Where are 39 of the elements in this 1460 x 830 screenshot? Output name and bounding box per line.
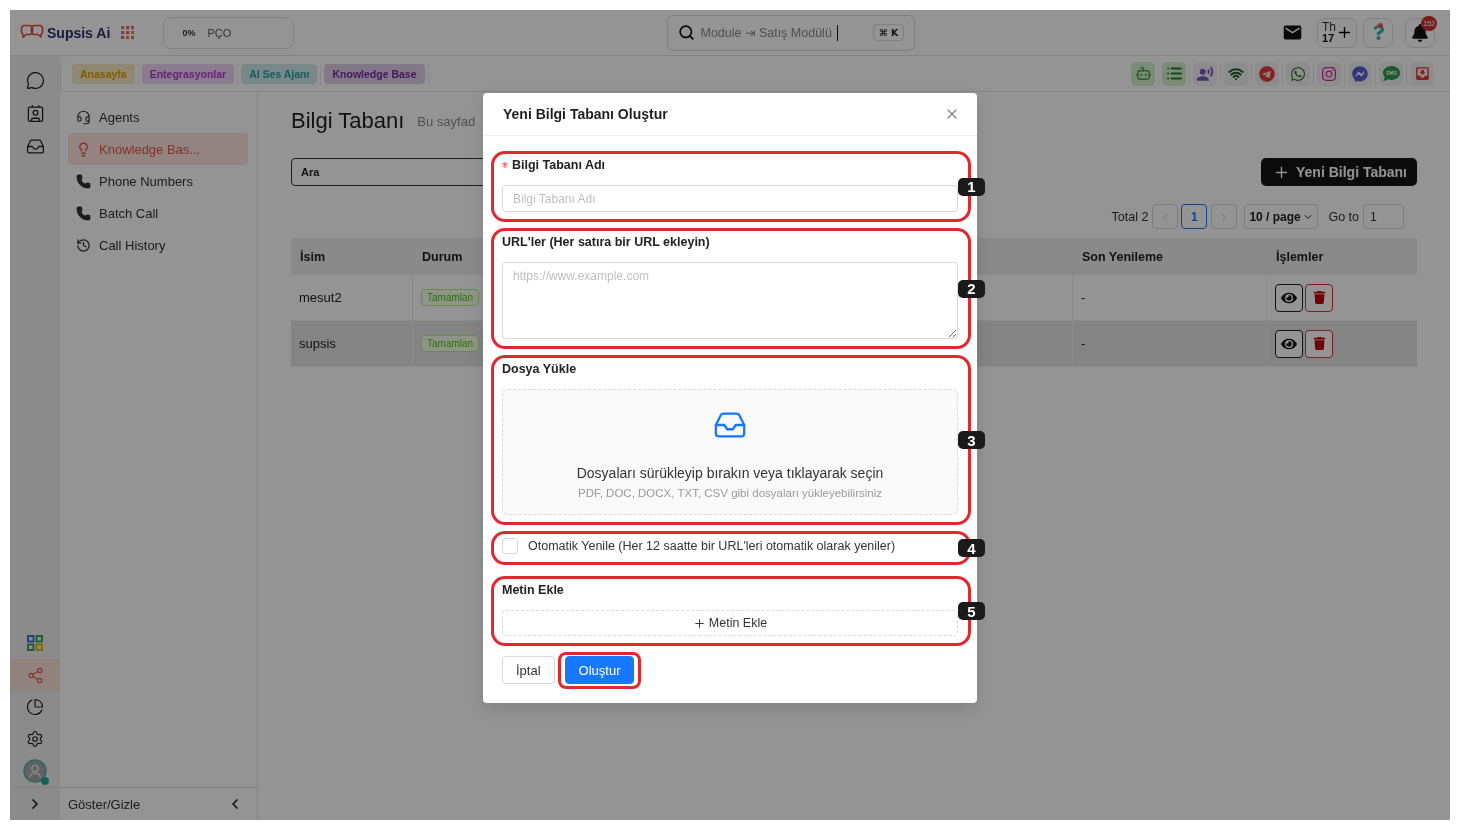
number-badge: 5 <box>958 602 985 620</box>
field-label: URL'ler (Her satıra bir URL ekleyin) <box>502 235 710 249</box>
usage-percent: 0% <box>182 27 196 38</box>
checkbox-label: Otomatik Yenile (Her 12 saatte bir URL'leri otomatik olarak yeniler) <box>528 539 896 553</box>
shortcut-key: ⌘ K <box>873 24 905 41</box>
table-cell: - <box>1073 275 1267 321</box>
sidebar-item-label: Knowledge Bas... <box>99 141 201 157</box>
drop-zone-text: Dosyaları sürükleyip bırakın veya tıklayarak seçin <box>576 465 884 481</box>
sidebar-item-label: Call History <box>99 237 166 253</box>
brand-name: Supsis Ai <box>47 24 111 41</box>
number-badge: 3 <box>958 431 985 449</box>
field-label: Metin Ekle <box>502 583 564 597</box>
column-header: İşlemler <box>1267 238 1417 275</box>
sidebar-item-label: Phone Numbers <box>99 173 193 189</box>
field-label: Dosya Yükle <box>502 362 577 376</box>
field-label: Bilgi Tabanı Adı <box>512 158 606 172</box>
table-cell: supsis <box>291 321 413 367</box>
status-tag: Tamamlan <box>421 289 480 306</box>
total-count: Total 2 <box>1111 209 1149 224</box>
drop-zone-hint: PDF, DOC, DOCX, TXT, CSV gibi dosyaları yükleyebilirsiniz <box>578 487 882 499</box>
search-query-text: Module ⇥ Satış Modülü <box>700 25 832 40</box>
number-badge: 4 <box>958 539 985 557</box>
day-text: 17 <box>1322 33 1335 44</box>
modal-title: Yeni Bilgi Tabanı Oluştur <box>503 106 668 122</box>
status-tag: Tamamlan <box>421 335 480 352</box>
page-subtitle: Bu sayfad <box>417 113 476 129</box>
number-badge: 1 <box>958 177 985 196</box>
page-title: Bilgi Tabanı <box>291 108 405 134</box>
column-header: Son Yenileme <box>1073 238 1267 275</box>
sidebar-item-label: Agents <box>99 109 140 125</box>
number-badge: 2 <box>958 279 985 298</box>
column-header: İsim <box>291 238 413 275</box>
go-to-label: Go to <box>1328 209 1359 224</box>
sidebar-item-label: Batch Call <box>99 205 159 221</box>
toggle-label: Göster/Gizle <box>68 796 141 812</box>
weekday-text: Th <box>1322 21 1336 33</box>
table-cell: - <box>1073 321 1267 367</box>
usage-label: PÇO <box>207 26 232 39</box>
table-cell: mesut2 <box>291 275 413 321</box>
